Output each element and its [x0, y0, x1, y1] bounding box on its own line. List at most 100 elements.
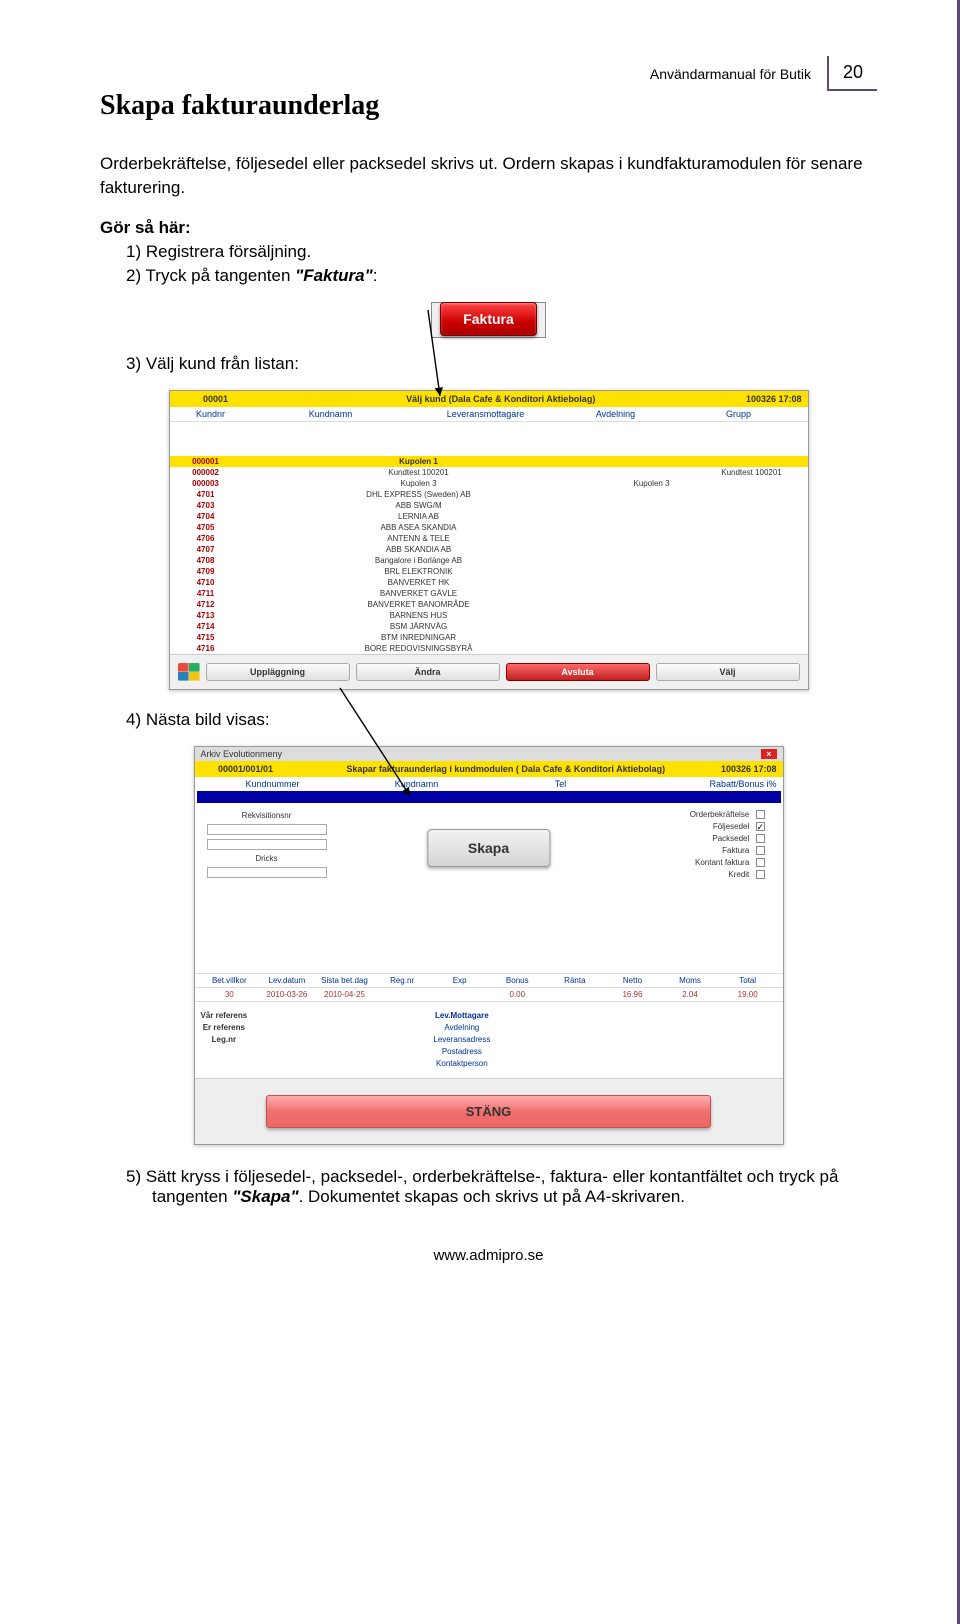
- form-num-values: 302010-03-262010-04-250.0016.962.0419.00: [195, 988, 783, 1001]
- form-menu-bar: Arkiv Evolutionmeny ×: [195, 747, 783, 761]
- ref-left-label: Er referens: [201, 1022, 248, 1034]
- ref-mid-labels: AvdelningLeveransadressPostadressKontakt…: [433, 1022, 490, 1070]
- col2-kundnummer: Kundnummer: [201, 779, 345, 789]
- ref-mid-label: Postadress: [433, 1046, 490, 1058]
- num-val-cell: 2.04: [661, 990, 719, 999]
- col-kundnr: Kundnr: [176, 409, 246, 419]
- form-num-head: Bet.villkorLev.datumSista bet.dagReg.nrE…: [195, 973, 783, 988]
- page-header: Användarmanual för Butik 20: [650, 56, 877, 91]
- table-row[interactable]: 4714BSM JÄRNVÄG: [170, 621, 808, 632]
- step-3: 3) Välj kund från listan:: [126, 354, 877, 374]
- num-val-cell: 2010-04-25: [316, 990, 374, 999]
- num-head-cell: Netto: [604, 976, 662, 985]
- input-dricks[interactable]: [207, 867, 327, 878]
- ref-mid-label: Leveransadress: [433, 1034, 490, 1046]
- customer-list-screenshot: 00001 Välj kund (Dala Cafe & Konditori A…: [169, 390, 809, 690]
- form-ref-row: Vår referensEr referensLeg.nr Lev.Mottag…: [195, 1001, 783, 1078]
- table-row[interactable]: 000002Kundtest 100201Kundtest 100201: [170, 467, 808, 478]
- table-row[interactable]: 4715BTM INREDNINGAR: [170, 632, 808, 643]
- ref-left-label: Vår referens: [201, 1010, 248, 1022]
- form-checks: Orderbekräftelse Följesedel Packsedel Fa…: [690, 809, 765, 881]
- table-row[interactable]: 000003Kupolen 3Kupolen 3: [170, 478, 808, 489]
- num-head-cell: Moms: [661, 976, 719, 985]
- step-5-emph: "Skapa": [232, 1187, 298, 1206]
- table-row[interactable]: 4708Bangalore i Borlänge AB: [170, 555, 808, 566]
- num-head-cell: Lev.datum: [258, 976, 316, 985]
- table-row[interactable]: 4701DHL EXPRESS (Sweden) AB: [170, 489, 808, 500]
- step-2-pre: 2) Tryck på tangenten: [126, 266, 295, 285]
- input-rekvis-2[interactable]: [207, 839, 327, 850]
- page-number: 20: [827, 56, 877, 91]
- steps-heading: Gör så här:: [100, 218, 877, 238]
- num-head-cell: Bet.villkor: [201, 976, 259, 985]
- table-row[interactable]: 4709BRL ELEKTRONIK: [170, 566, 808, 577]
- col2-kundnamn: Kundnamn: [345, 779, 489, 789]
- form-blue-row: [197, 791, 781, 803]
- col-kundnamn: Kundnamn: [246, 409, 416, 419]
- step-1: 1) Registrera försäljning.: [126, 242, 877, 262]
- form-left-inputs: Rekvisitionsnr Dricks: [207, 811, 327, 878]
- step-2-suffix: :: [373, 266, 378, 285]
- stang-button[interactable]: STÄNG: [266, 1095, 711, 1128]
- table-row[interactable]: 4710BANVERKET HK: [170, 577, 808, 588]
- table-row[interactable]: 4712BANVERKET BANOMRÅDE: [170, 599, 808, 610]
- num-val-cell: 2010-03-26: [258, 990, 316, 999]
- table-row[interactable]: 4705ABB ASEA SKANDIA: [170, 522, 808, 533]
- btn-avsluta[interactable]: Avsluta: [506, 663, 650, 681]
- num-head-cell: Reg.nr: [373, 976, 431, 985]
- ref-mid-block: Lev.Mottagare AvdelningLeveransadressPos…: [433, 1010, 490, 1070]
- windows-icon: [178, 663, 200, 681]
- list-button-row: Uppläggning Ändra Avsluta Välj: [170, 654, 808, 689]
- btn-valj[interactable]: Välj: [656, 663, 800, 681]
- table-row[interactable]: 4703ABB SWG/M: [170, 500, 808, 511]
- lbl-dricks: Dricks: [207, 854, 327, 863]
- ref-mid-title: Lev.Mottagare: [435, 1011, 489, 1020]
- table-row[interactable]: 4704LERNIA AB: [170, 511, 808, 522]
- skapa-button[interactable]: Skapa: [427, 829, 550, 867]
- list-title-center: Välj kund (Dala Cafe & Konditori Aktiebo…: [256, 394, 746, 404]
- num-head-cell: Total: [719, 976, 777, 985]
- step-5: 5) Sätt kryss i följesedel-, packsedel-,…: [126, 1167, 877, 1207]
- ref-left-labels: Vår referensEr referensLeg.nr: [201, 1010, 248, 1070]
- header-title: Användarmanual för Butik: [650, 66, 811, 82]
- num-head-cell: Ränta: [546, 976, 604, 985]
- step-5-suffix: . Dokumentet skapas och skrivs ut på A4-…: [299, 1187, 685, 1206]
- check-row[interactable]: Följesedel: [690, 821, 765, 833]
- check-row[interactable]: Packsedel: [690, 833, 765, 845]
- invoice-form-figure: Arkiv Evolutionmeny × 00001/001/01 Skapa…: [100, 746, 877, 1145]
- lbl-rekvis: Rekvisitionsnr: [207, 811, 327, 820]
- table-row[interactable]: 4716BORE REDOVISNINGSBYRÅ: [170, 643, 808, 654]
- btn-upplagg[interactable]: Uppläggning: [206, 663, 350, 681]
- check-row[interactable]: Orderbekräftelse: [690, 809, 765, 821]
- num-val-cell: 0.00: [488, 990, 546, 999]
- customer-table: 000001Kupolen 1000002Kundtest 100201Kund…: [170, 456, 808, 654]
- num-val-cell: [546, 990, 604, 999]
- page-footer: www.admipro.se: [100, 1247, 877, 1264]
- table-row[interactable]: 000001Kupolen 1: [170, 456, 808, 467]
- num-val-cell: 30: [201, 990, 259, 999]
- ref-left-label: Leg.nr: [201, 1034, 248, 1046]
- table-row[interactable]: 4713BARNENS HUS: [170, 610, 808, 621]
- step-4: 4) Nästa bild visas:: [126, 710, 877, 730]
- list-column-headers: Kundnr Kundnamn Leveransmottagare Avdeln…: [170, 407, 808, 422]
- table-row[interactable]: 4711BANVERKET GÄVLE: [170, 588, 808, 599]
- num-head-cell: Sista bet.dag: [316, 976, 374, 985]
- invoice-form-screenshot: Arkiv Evolutionmeny × 00001/001/01 Skapa…: [194, 746, 784, 1145]
- input-rekvis[interactable]: [207, 824, 327, 835]
- form-title-center: Skapar fakturaunderlag i kundmodulen ( D…: [291, 764, 721, 774]
- check-row[interactable]: Kredit: [690, 869, 765, 881]
- faktura-button[interactable]: Faktura: [440, 302, 537, 336]
- num-val-cell: [373, 990, 431, 999]
- check-row[interactable]: Faktura: [690, 845, 765, 857]
- table-row[interactable]: 4707ABB SKANDIA AB: [170, 544, 808, 555]
- num-head-cell: Exp: [431, 976, 489, 985]
- form-columns: Kundnummer Kundnamn Tel Rabatt/Bonus i%: [195, 777, 783, 791]
- col-grupp: Grupp: [676, 409, 802, 419]
- num-val-cell: 19.00: [719, 990, 777, 999]
- form-title-left: 00001/001/01: [201, 764, 291, 774]
- btn-andra[interactable]: Ändra: [356, 663, 500, 681]
- close-icon[interactable]: ×: [761, 749, 776, 759]
- col-lev: Leveransmottagare: [416, 409, 556, 419]
- table-row[interactable]: 4706ANTENN & TELE: [170, 533, 808, 544]
- check-row[interactable]: Kontant faktura: [690, 857, 765, 869]
